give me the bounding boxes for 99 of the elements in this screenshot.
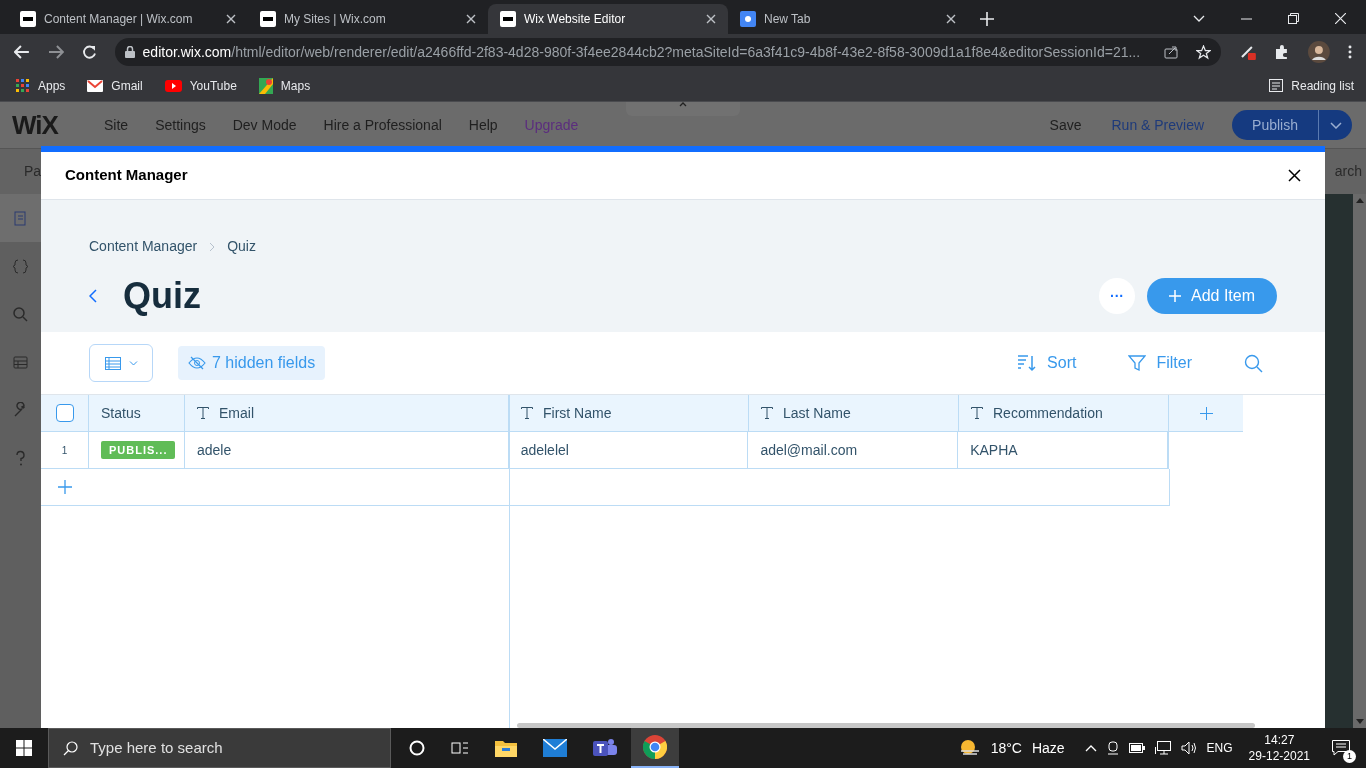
language-indicator[interactable]: ENG — [1206, 739, 1233, 757]
table-cell-text: adel@mail.com — [760, 440, 858, 460]
tab-title: Wix Website Editor — [524, 11, 627, 28]
weather-condition: Haze — [1031, 738, 1065, 758]
column-header[interactable]: Last Name — [749, 395, 959, 431]
table-cell-text: adelelel — [520, 440, 569, 460]
windows-start-icon[interactable] — [16, 740, 32, 756]
vertical-scrollbar[interactable] — [1353, 194, 1366, 728]
view-switcher[interactable] — [89, 344, 153, 382]
teams-icon[interactable] — [593, 737, 617, 759]
address-bar[interactable]: editor.wix.com/html/editor/web/renderer/edit/a2466ffd-2f83-4d28-980f-3f4ee2844cb2?metaSiteId=6a3f41c9-4b8f-43e2-8f58-3009d1a1f8e4&editorSessionId=21... — [114, 38, 1221, 66]
favicon-icon — [260, 11, 276, 27]
temperature: 18°C — [990, 738, 1022, 758]
volume-icon[interactable] — [1180, 741, 1197, 755]
hidden-eye-icon — [188, 356, 206, 370]
chevron-up-icon[interactable] — [1084, 744, 1097, 752]
bookmark[interactable]: Gmail — [87, 76, 143, 95]
more-button[interactable]: ··· — [1098, 278, 1135, 314]
cortana-icon[interactable] — [409, 740, 425, 756]
notification-count: 1 — [1343, 750, 1356, 763]
more-icon[interactable] — [1348, 45, 1352, 59]
notification-button[interactable]: 1 — [1326, 733, 1356, 763]
text-type-icon — [521, 407, 533, 419]
scroll-up-icon[interactable] — [1355, 198, 1364, 203]
weather-icon[interactable] — [958, 739, 981, 757]
horizontal-scrollbar[interactable] — [517, 723, 1255, 728]
bookmark[interactable]: Apps — [16, 76, 66, 95]
tab-title: New Tab — [764, 11, 812, 28]
apps-grid-icon — [16, 78, 30, 93]
tab-title: Content Manager | Wix.com — [44, 11, 194, 28]
sort-icon — [1017, 354, 1038, 372]
task-view-icon[interactable] — [451, 740, 469, 756]
table-icon — [104, 356, 121, 370]
browser-tab[interactable]: Wix Website Editor — [488, 4, 728, 34]
chevron-down-icon — [128, 360, 138, 366]
chevron-up-icon — [679, 102, 687, 107]
dialog-title: Content Manager — [65, 165, 188, 186]
table-cell-text: adele — [196, 440, 232, 460]
list-icon — [1269, 79, 1284, 92]
page-heading: Quiz — [123, 274, 201, 318]
status-badge: PUBLIS... — [100, 441, 176, 459]
reload-icon[interactable] — [81, 44, 97, 60]
close-icon[interactable] — [1288, 169, 1301, 182]
page-label: Pa — [24, 162, 42, 181]
restore-icon[interactable] — [1288, 13, 1299, 24]
chevron-down-icon[interactable] — [1193, 14, 1205, 23]
clock-time[interactable]: 14:27 — [1264, 732, 1295, 748]
browser-tab[interactable]: Content Manager | Wix.com — [8, 4, 248, 34]
scroll-down-icon[interactable] — [1355, 719, 1364, 724]
row-number: 1 — [61, 443, 68, 458]
minimize-icon[interactable] — [1241, 17, 1252, 20]
table-cell-text: KAPHA — [970, 440, 1018, 460]
camera-icon[interactable] — [1106, 741, 1119, 755]
column-header[interactable]: Email — [185, 395, 509, 431]
reading-list-button[interactable]: Reading list — [1269, 76, 1354, 95]
text-type-icon — [761, 407, 773, 419]
search-icon[interactable] — [1244, 353, 1263, 373]
text-type-icon — [971, 407, 983, 419]
favicon-icon — [20, 11, 36, 27]
chevron-right-icon — [209, 241, 216, 252]
plus-icon — [1168, 290, 1181, 302]
play-icon — [164, 79, 182, 92]
mail-icon — [87, 79, 104, 92]
new-tab-icon[interactable] — [980, 12, 994, 26]
favicon-icon — [740, 11, 756, 27]
add-column-icon[interactable] — [1199, 406, 1213, 420]
breadcrumb-link[interactable]: Quiz — [227, 236, 256, 257]
filter-icon — [1128, 354, 1147, 372]
browser-tab[interactable]: My Sites | Wix.com — [248, 4, 488, 34]
star-icon[interactable] — [1195, 44, 1211, 60]
column-header[interactable]: Status — [89, 395, 185, 431]
battery-icon[interactable] — [1128, 743, 1145, 753]
url-text: editor.wix.com/html/editor/web/renderer/edit/a2466ffd-2f83-4d28-980f-3f4ee2844cb2?metaSiteId=6a3f41c9-4b8f-43e2-8f58-3009d1a1f8e4&editorSessionId=21... — [142, 42, 1142, 62]
favicon-icon — [500, 11, 516, 27]
avatar-icon[interactable] — [1308, 41, 1331, 63]
clock-date[interactable]: 29-12-2021 — [1248, 748, 1310, 764]
chrome-icon[interactable] — [643, 735, 667, 759]
browser-tab[interactable]: New Tab — [728, 4, 968, 34]
breadcrumb-link[interactable]: Content Manager — [89, 236, 198, 257]
search-icon — [63, 740, 78, 756]
column-header[interactable]: First Name — [509, 395, 749, 431]
map-pin-icon — [258, 77, 273, 94]
tab-title: My Sites | Wix.com — [284, 11, 387, 28]
text-type-icon — [197, 407, 209, 419]
taskbar-search-field[interactable]: Type here to search — [48, 728, 391, 768]
search-label: arch — [1334, 162, 1362, 181]
mail-icon[interactable] — [543, 739, 567, 757]
folder-icon[interactable] — [495, 739, 517, 757]
bookmark[interactable]: YouTube — [164, 76, 237, 95]
wix-logo: WiX — [12, 108, 60, 142]
chevron-down-icon — [1329, 121, 1342, 129]
column-header[interactable]: Recommendation — [959, 395, 1169, 431]
share-icon[interactable] — [1163, 45, 1178, 59]
publish-button[interactable]: Publish — [1232, 110, 1352, 140]
lock-icon — [124, 46, 135, 58]
bookmark[interactable]: Maps — [258, 76, 311, 95]
forward-icon[interactable] — [47, 45, 64, 59]
network-icon[interactable] — [1154, 741, 1171, 755]
select-all-checkbox[interactable] — [55, 404, 74, 422]
